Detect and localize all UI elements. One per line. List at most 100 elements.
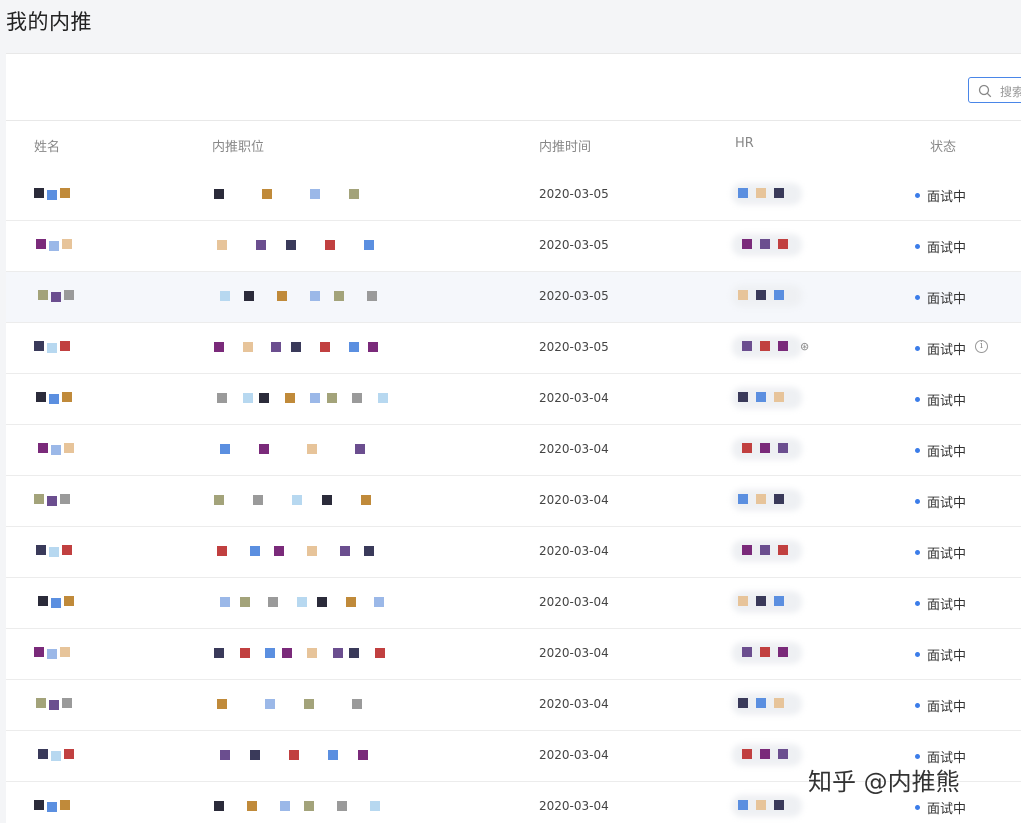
status-badge: 面试中: [915, 696, 966, 715]
name-cell-redacted: [28, 486, 88, 516]
hr-cell-redacted: [732, 486, 804, 516]
position-cell-redacted[interactable]: [210, 537, 430, 567]
status-dot-icon: [915, 295, 920, 300]
column-header-time[interactable]: 内推时间: [539, 136, 591, 155]
column-header-name[interactable]: 姓名: [34, 136, 60, 155]
search-input[interactable]: 搜索: [968, 77, 1021, 103]
position-cell-redacted[interactable]: [210, 333, 430, 363]
position-cell-redacted[interactable]: [210, 588, 430, 618]
position-cell-redacted[interactable]: [210, 384, 430, 414]
name-cell-redacted: [28, 588, 88, 618]
referral-date: 2020-03-05: [539, 187, 609, 201]
status-label: 面试中: [927, 802, 967, 817]
status-badge: 面试中: [915, 288, 966, 307]
status-badge: 面试中: [915, 543, 966, 562]
position-cell-redacted[interactable]: [210, 690, 430, 720]
position-cell-redacted[interactable]: [210, 180, 430, 210]
name-cell-redacted: [28, 333, 88, 363]
position-cell-redacted[interactable]: [210, 435, 430, 465]
status-label: 面试中: [927, 343, 967, 358]
referral-date: 2020-03-04: [539, 748, 609, 762]
status-badge: 面试中: [915, 441, 966, 460]
table-header: 姓名 内推职位 内推时间 HR 状态: [6, 120, 1021, 171]
status-dot-icon: [915, 397, 920, 402]
status-dot-icon: [915, 601, 920, 606]
info-icon[interactable]: i: [975, 340, 988, 353]
table-row[interactable]: 2020-03-04 面试中: [6, 527, 1021, 578]
status-badge: 面试中: [915, 645, 966, 664]
hr-cell-redacted: [732, 741, 804, 771]
status-badge: 面试中: [915, 798, 966, 817]
status-badge: 面试中: [915, 237, 966, 256]
name-cell-redacted: [28, 231, 88, 261]
status-label: 面试中: [927, 292, 967, 307]
status-badge: 面试中: [915, 390, 966, 409]
status-badge: 面试中: [915, 492, 966, 511]
table-row[interactable]: 2020-03-05 面试中: [6, 221, 1021, 272]
hr-cell-redacted: [732, 180, 804, 210]
referral-list-card: 搜索 姓名 内推职位 内推时间 HR 状态 2020-03-05面试中2020-…: [6, 53, 1021, 823]
name-cell-redacted: [28, 384, 88, 414]
table-row[interactable]: 2020-03-04 面试中: [6, 578, 1021, 629]
name-cell-redacted: [28, 180, 88, 210]
hr-cell-redacted: [732, 384, 804, 414]
hr-cell-redacted: [732, 282, 804, 312]
referral-date: 2020-03-05: [539, 289, 609, 303]
hr-cell-redacted: [732, 792, 804, 822]
position-cell-redacted[interactable]: [210, 792, 430, 822]
name-cell-redacted: [28, 282, 88, 312]
referral-date: 2020-03-04: [539, 391, 609, 405]
watermark-text: 知乎 @内推熊: [808, 768, 960, 796]
search-icon: [978, 84, 992, 98]
table-row[interactable]: 2020-03-04 面试中: [6, 374, 1021, 425]
referral-date: 2020-03-04: [539, 799, 609, 813]
column-header-hr[interactable]: HR: [735, 136, 754, 151]
status-label: 面试中: [927, 496, 967, 511]
column-header-position[interactable]: 内推职位: [212, 136, 264, 155]
hr-cell-redacted: [732, 639, 804, 669]
hr-cell-redacted: [732, 435, 804, 465]
position-cell-redacted[interactable]: [210, 282, 430, 312]
hr-cell-redacted: [732, 588, 804, 618]
status-label: 面试中: [927, 190, 967, 205]
status-label: 面试中: [927, 445, 967, 460]
table-row[interactable]: 2020-03-04 面试中: [6, 476, 1021, 527]
status-dot-icon: [915, 652, 920, 657]
column-header-status[interactable]: 状态: [930, 136, 956, 155]
status-dot-icon: [915, 346, 920, 351]
position-cell-redacted[interactable]: [210, 231, 430, 261]
table-row[interactable]: 2020-03-04 面试中: [6, 629, 1021, 680]
referral-date: 2020-03-04: [539, 442, 609, 456]
privacy-icon[interactable]: ⊛: [800, 340, 809, 353]
search-placeholder: 搜索: [1000, 85, 1021, 99]
referral-date: 2020-03-04: [539, 493, 609, 507]
table-row[interactable]: 2020-03-05 ⊛ 面试中 i: [6, 323, 1021, 374]
status-dot-icon: [915, 448, 920, 453]
name-cell-redacted: [28, 690, 88, 720]
hr-cell-redacted: [732, 231, 804, 261]
status-label: 面试中: [927, 547, 967, 562]
status-label: 面试中: [927, 598, 967, 613]
table-row[interactable]: 2020-03-04 面试中: [6, 680, 1021, 731]
table-row[interactable]: 2020-03-05 面试中: [6, 170, 1021, 221]
status-dot-icon: [915, 244, 920, 249]
name-cell-redacted: [28, 792, 88, 822]
referral-date: 2020-03-04: [539, 595, 609, 609]
status-badge: 面试中: [915, 186, 966, 205]
referral-date: 2020-03-04: [539, 646, 609, 660]
referral-date: 2020-03-05: [539, 340, 609, 354]
name-cell-redacted: [28, 537, 88, 567]
page-title: 我的内推: [6, 10, 92, 34]
position-cell-redacted[interactable]: [210, 639, 430, 669]
status-dot-icon: [915, 193, 920, 198]
status-badge: 面试中: [915, 594, 966, 613]
name-cell-redacted: [28, 741, 88, 771]
table-row[interactable]: 2020-03-05 面试中: [6, 272, 1021, 323]
position-cell-redacted[interactable]: [210, 741, 430, 771]
table-row[interactable]: 2020-03-04 面试中: [6, 425, 1021, 476]
status-label: 面试中: [927, 700, 967, 715]
status-dot-icon: [915, 703, 920, 708]
position-cell-redacted[interactable]: [210, 486, 430, 516]
hr-cell-redacted: [732, 333, 804, 363]
status-label: 面试中: [927, 241, 967, 256]
